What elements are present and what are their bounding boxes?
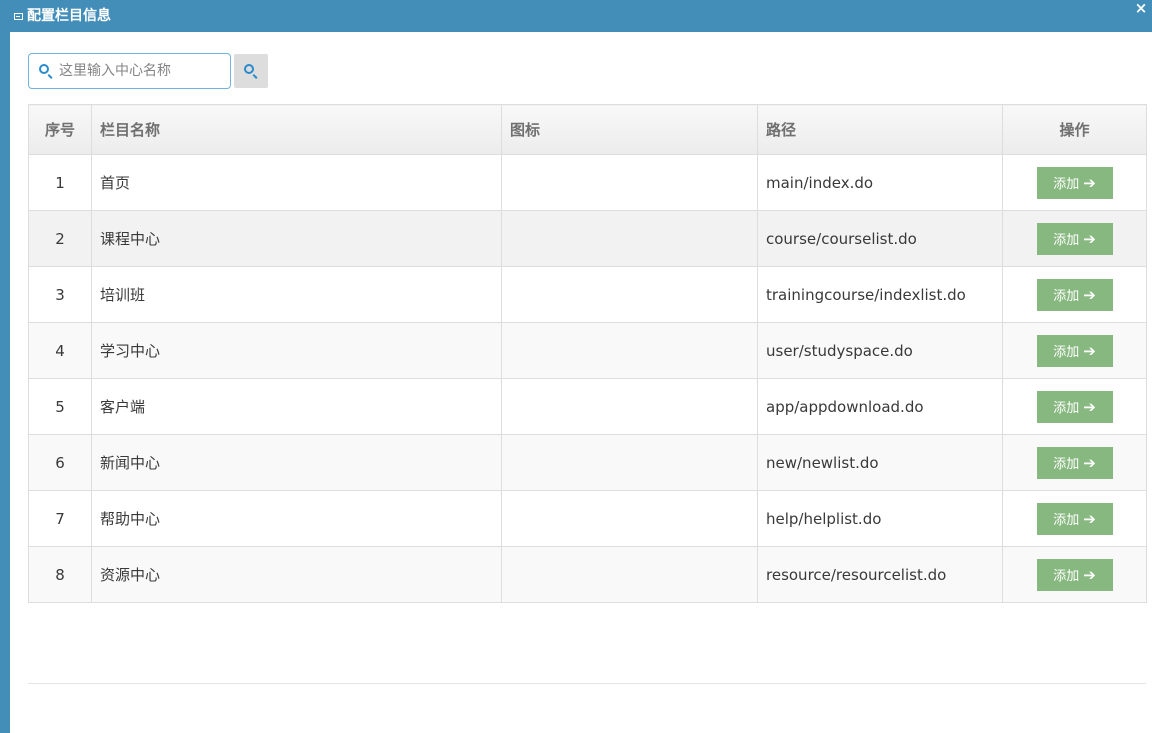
add-button[interactable]: 添加 ➔ <box>1036 222 1113 255</box>
row-path: app/appdownload.do <box>757 378 1003 435</box>
row-name: 帮助中心 <box>91 490 502 547</box>
row-name: 培训班 <box>91 266 502 323</box>
add-button[interactable]: 添加 ➔ <box>1036 278 1113 311</box>
row-path: new/newlist.do <box>757 434 1003 491</box>
arrow-right-icon: ➔ <box>1083 397 1096 416</box>
dialog-title-bar: 配置栏目信息 × <box>0 0 1152 32</box>
row-path: resource/resourcelist.do <box>757 546 1003 603</box>
row-icon <box>501 546 758 603</box>
row-path: help/helplist.do <box>757 490 1003 547</box>
add-button[interactable]: 添加 ➔ <box>1036 166 1113 199</box>
row-index: 7 <box>28 490 92 547</box>
add-button[interactable]: 添加 ➔ <box>1036 334 1113 367</box>
table-row: 8 资源中心 resource/resourcelist.do 添加 ➔ <box>28 546 1147 603</box>
search-box <box>28 53 231 89</box>
arrow-right-icon: ➔ <box>1083 341 1096 360</box>
row-icon <box>501 434 758 491</box>
close-button[interactable]: × <box>1133 0 1149 16</box>
list-icon <box>14 13 23 20</box>
add-button[interactable]: 添加 ➔ <box>1036 502 1113 535</box>
header-name: 栏目名称 <box>91 104 502 155</box>
row-name: 首页 <box>91 154 502 211</box>
column-table: 序号 栏目名称 图标 路径 操作 1 首页 main/index.do 添加 ➔ … <box>28 104 1147 603</box>
add-button[interactable]: 添加 ➔ <box>1036 390 1113 423</box>
search-button[interactable] <box>234 54 268 88</box>
table-header-row: 序号 栏目名称 图标 路径 操作 <box>28 104 1147 155</box>
arrow-right-icon: ➔ <box>1083 173 1096 192</box>
search-icon <box>39 64 49 74</box>
row-icon <box>501 322 758 379</box>
row-icon <box>501 378 758 435</box>
row-icon <box>501 266 758 323</box>
header-path: 路径 <box>757 104 1003 155</box>
row-name: 课程中心 <box>91 210 502 267</box>
row-name: 学习中心 <box>91 322 502 379</box>
table-row: 5 客户端 app/appdownload.do 添加 ➔ <box>28 378 1147 435</box>
row-icon <box>501 490 758 547</box>
table-row: 7 帮助中心 help/helplist.do 添加 ➔ <box>28 490 1147 547</box>
header-index: 序号 <box>28 104 92 155</box>
row-index: 4 <box>28 322 92 379</box>
row-name: 资源中心 <box>91 546 502 603</box>
table-row: 4 学习中心 user/studyspace.do 添加 ➔ <box>28 322 1147 379</box>
header-action: 操作 <box>1002 104 1147 155</box>
arrow-right-icon: ➔ <box>1083 565 1096 584</box>
table-row: 2 课程中心 course/courselist.do 添加 ➔ <box>28 210 1147 267</box>
add-button[interactable]: 添加 ➔ <box>1036 446 1113 479</box>
arrow-right-icon: ➔ <box>1083 509 1096 528</box>
table-row: 6 新闻中心 new/newlist.do 添加 ➔ <box>28 434 1147 491</box>
arrow-right-icon: ➔ <box>1083 229 1096 248</box>
config-column-dialog: 配置栏目信息 × 序号 栏目名称 图标 路径 操作 <box>0 0 1152 733</box>
row-icon <box>501 154 758 211</box>
row-index: 6 <box>28 434 92 491</box>
search-input[interactable] <box>55 54 225 88</box>
dialog-title: 配置栏目信息 <box>27 8 111 24</box>
row-path: user/studyspace.do <box>757 322 1003 379</box>
footer-divider <box>28 683 1146 684</box>
row-index: 2 <box>28 210 92 267</box>
row-path: course/courselist.do <box>757 210 1003 267</box>
row-path: trainingcourse/indexlist.do <box>757 266 1003 323</box>
row-index: 3 <box>28 266 92 323</box>
row-icon <box>501 210 758 267</box>
arrow-right-icon: ➔ <box>1083 285 1096 304</box>
table-row: 3 培训班 trainingcourse/indexlist.do 添加 ➔ <box>28 266 1147 323</box>
row-path: main/index.do <box>757 154 1003 211</box>
add-button[interactable]: 添加 ➔ <box>1036 558 1113 591</box>
row-name: 新闻中心 <box>91 434 502 491</box>
table-row: 1 首页 main/index.do 添加 ➔ <box>28 154 1147 211</box>
arrow-right-icon: ➔ <box>1083 453 1096 472</box>
header-icon: 图标 <box>501 104 758 155</box>
search-icon <box>244 64 254 74</box>
row-index: 5 <box>28 378 92 435</box>
row-index: 1 <box>28 154 92 211</box>
row-index: 8 <box>28 546 92 603</box>
row-name: 客户端 <box>91 378 502 435</box>
